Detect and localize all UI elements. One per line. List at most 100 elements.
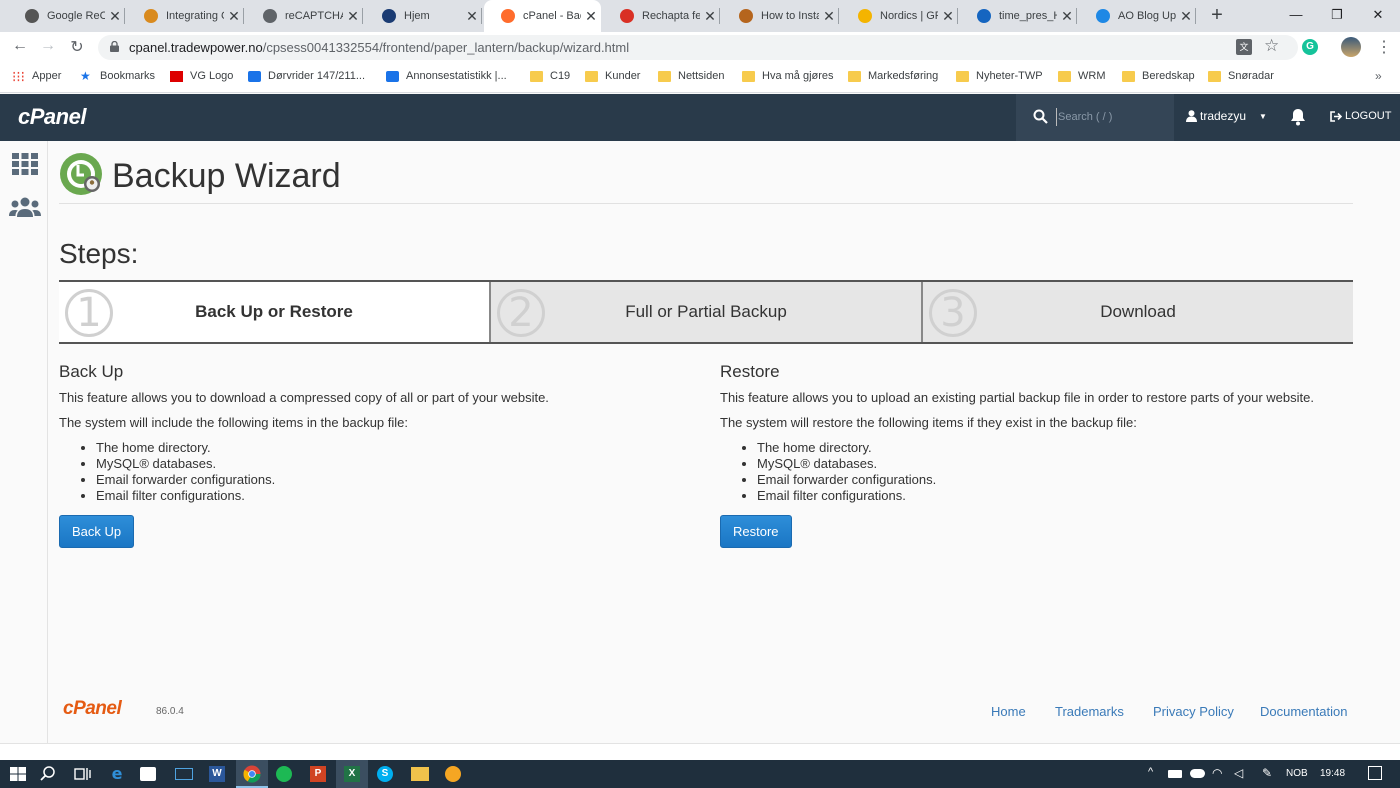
avatar[interactable]	[1341, 37, 1361, 57]
tab-title: Google ReCa	[47, 10, 105, 22]
input-language[interactable]: NOB	[1286, 768, 1308, 779]
back-up-button[interactable]: Back Up	[59, 515, 135, 548]
translate-icon[interactable]: 文	[1236, 39, 1252, 55]
file-explorer-icon[interactable]	[411, 767, 429, 781]
chrome-taskbar-button[interactable]	[236, 760, 268, 788]
tab-separator	[1076, 8, 1077, 24]
logout-button[interactable]: LOGOUT	[1330, 110, 1391, 122]
close-tab-icon[interactable]: ✕	[1057, 8, 1077, 25]
back-arrow-icon[interactable]: ←	[9, 37, 31, 55]
skype-icon[interactable]: S	[377, 766, 393, 782]
clock[interactable]: 19:48	[1320, 768, 1345, 779]
grid-icon[interactable]	[12, 153, 38, 175]
star-icon[interactable]: ☆	[1264, 36, 1279, 56]
browser-tab[interactable]: cPanel - Bac ✕	[484, 0, 601, 32]
browser-tab[interactable]: Rechapta fe ✕	[603, 0, 720, 32]
site-icon	[382, 9, 396, 23]
powerpoint-icon[interactable]: P	[310, 766, 326, 782]
restore-button[interactable]: Restore	[720, 515, 792, 548]
bookmark-item[interactable]: Apper	[12, 70, 61, 82]
battery-icon[interactable]	[1168, 770, 1182, 778]
users-icon[interactable]	[9, 196, 41, 218]
bookmark-item[interactable]: ★ Bookmarks	[80, 70, 155, 83]
edge-icon[interactable]: e	[107, 764, 127, 784]
volume-icon[interactable]: ◁	[1234, 766, 1243, 780]
bookmark-item[interactable]: Markedsføring	[848, 70, 938, 82]
search-input[interactable]	[1056, 108, 1166, 126]
footer-link-home[interactable]: Home	[991, 704, 1026, 719]
notifications-icon[interactable]	[1368, 766, 1382, 780]
browser-tab[interactable]: Nordics | GF ✕	[841, 0, 958, 32]
browser-tab[interactable]: time_pres_H ✕	[960, 0, 1077, 32]
bookmark-item[interactable]: Hva må gjøres	[742, 70, 834, 82]
spotify-icon[interactable]	[276, 766, 292, 782]
cpanel-icon	[501, 9, 515, 23]
excel-taskbar-button[interactable]: X	[336, 760, 368, 788]
bookmark-label: VG Logo	[190, 70, 234, 82]
browser-tab[interactable]: reCAPTCHA ✕	[246, 0, 363, 32]
word-icon[interactable]: W	[209, 766, 225, 782]
store-icon[interactable]	[140, 767, 156, 781]
tab-separator	[719, 8, 720, 24]
mail-icon[interactable]	[175, 768, 193, 780]
close-tab-icon[interactable]: ✕	[1176, 8, 1196, 25]
browser-tab[interactable]: Integrating C ✕	[127, 0, 244, 32]
tray-chevron-icon[interactable]: ^	[1148, 766, 1153, 778]
new-tab-button[interactable]: +	[1206, 4, 1228, 26]
wifi-icon[interactable]: ◠	[1212, 766, 1222, 780]
bookmark-item[interactable]: Nyheter-TWP	[956, 70, 1043, 82]
cpanel-logo[interactable]: cPanel	[18, 104, 86, 130]
close-tab-icon[interactable]: ✕	[105, 8, 125, 25]
maximize-button[interactable]: ❐	[1314, 0, 1360, 30]
close-tab-icon[interactable]: ✕	[343, 8, 363, 25]
bookmark-item[interactable]: C19	[530, 70, 570, 82]
bell-icon[interactable]	[1288, 107, 1308, 127]
bookmark-label: Snøradar	[1228, 70, 1274, 82]
browser-tab[interactable]: How to Insta ✕	[722, 0, 839, 32]
tab-separator	[957, 8, 958, 24]
close-tab-icon[interactable]: ✕	[224, 8, 244, 25]
browser-tab[interactable]: AO Blog Upc ✕	[1079, 0, 1196, 32]
footer-link-documentation[interactable]: Documentation	[1260, 704, 1347, 719]
user-menu[interactable]: tradezyu ▼	[1186, 109, 1267, 123]
bookmark-label: Annonsestatistikk |...	[406, 70, 507, 82]
menu-dots-icon[interactable]: ⋮	[1376, 37, 1392, 57]
bookmark-item[interactable]: Nettsiden	[658, 70, 724, 82]
more-bookmarks-icon[interactable]: »	[1375, 69, 1382, 83]
pen-icon[interactable]: ✎	[1262, 766, 1272, 780]
search-icon[interactable]	[38, 764, 58, 784]
close-tab-icon[interactable]: ✕	[581, 8, 601, 25]
cpanel-version: 86.0.4	[156, 706, 184, 717]
grammarly-icon[interactable]: G	[1302, 39, 1318, 55]
close-tab-icon[interactable]: ✕	[700, 8, 720, 25]
bookmark-item[interactable]: Beredskap	[1122, 70, 1195, 82]
bookmark-item[interactable]: Annonsestatistikk |...	[386, 70, 507, 82]
windows-start-icon[interactable]	[8, 764, 28, 784]
close-tab-icon[interactable]: ✕	[819, 8, 839, 25]
reload-icon[interactable]: ↻	[66, 37, 88, 57]
bookmark-item[interactable]: Snøradar	[1208, 70, 1274, 82]
browser-tab[interactable]: Google ReCa✕	[8, 0, 125, 32]
minimize-button[interactable]: —	[1273, 0, 1319, 30]
close-tab-icon[interactable]: ✕	[462, 8, 482, 25]
footer-cpanel-logo[interactable]: cPanel	[63, 698, 122, 720]
address-bar[interactable]: cpanel.tradewpower.no/cpsess0041332554/f…	[98, 35, 1298, 60]
bookmark-item[interactable]: WRM	[1058, 70, 1106, 82]
browser-tab[interactable]: Hjem ✕	[365, 0, 482, 32]
bookmark-item[interactable]: VG Logo	[170, 70, 233, 82]
restore-intro: The system will restore the following it…	[720, 415, 1137, 430]
footer-link-privacy-policy[interactable]: Privacy Policy	[1153, 704, 1234, 719]
onedrive-icon[interactable]	[1190, 769, 1205, 778]
bookmark-item[interactable]: Dørvrider 147/211...	[248, 70, 365, 82]
close-window-button[interactable]: ✕	[1355, 0, 1400, 30]
step-1: 1 Back Up or Restore	[59, 282, 489, 342]
step-2-label: Full or Partial Backup	[625, 302, 787, 321]
task-view-icon[interactable]	[72, 764, 92, 784]
app-icon[interactable]	[445, 766, 461, 782]
bookmark-item[interactable]: Kunder	[585, 70, 640, 82]
close-tab-icon[interactable]: ✕	[938, 8, 958, 25]
forward-arrow-icon[interactable]: →	[37, 37, 59, 55]
bookmark-label: Markedsføring	[868, 70, 939, 82]
footer-link-trademarks[interactable]: Trademarks	[1055, 704, 1124, 719]
bookmark-label: Nettsiden	[678, 70, 725, 82]
